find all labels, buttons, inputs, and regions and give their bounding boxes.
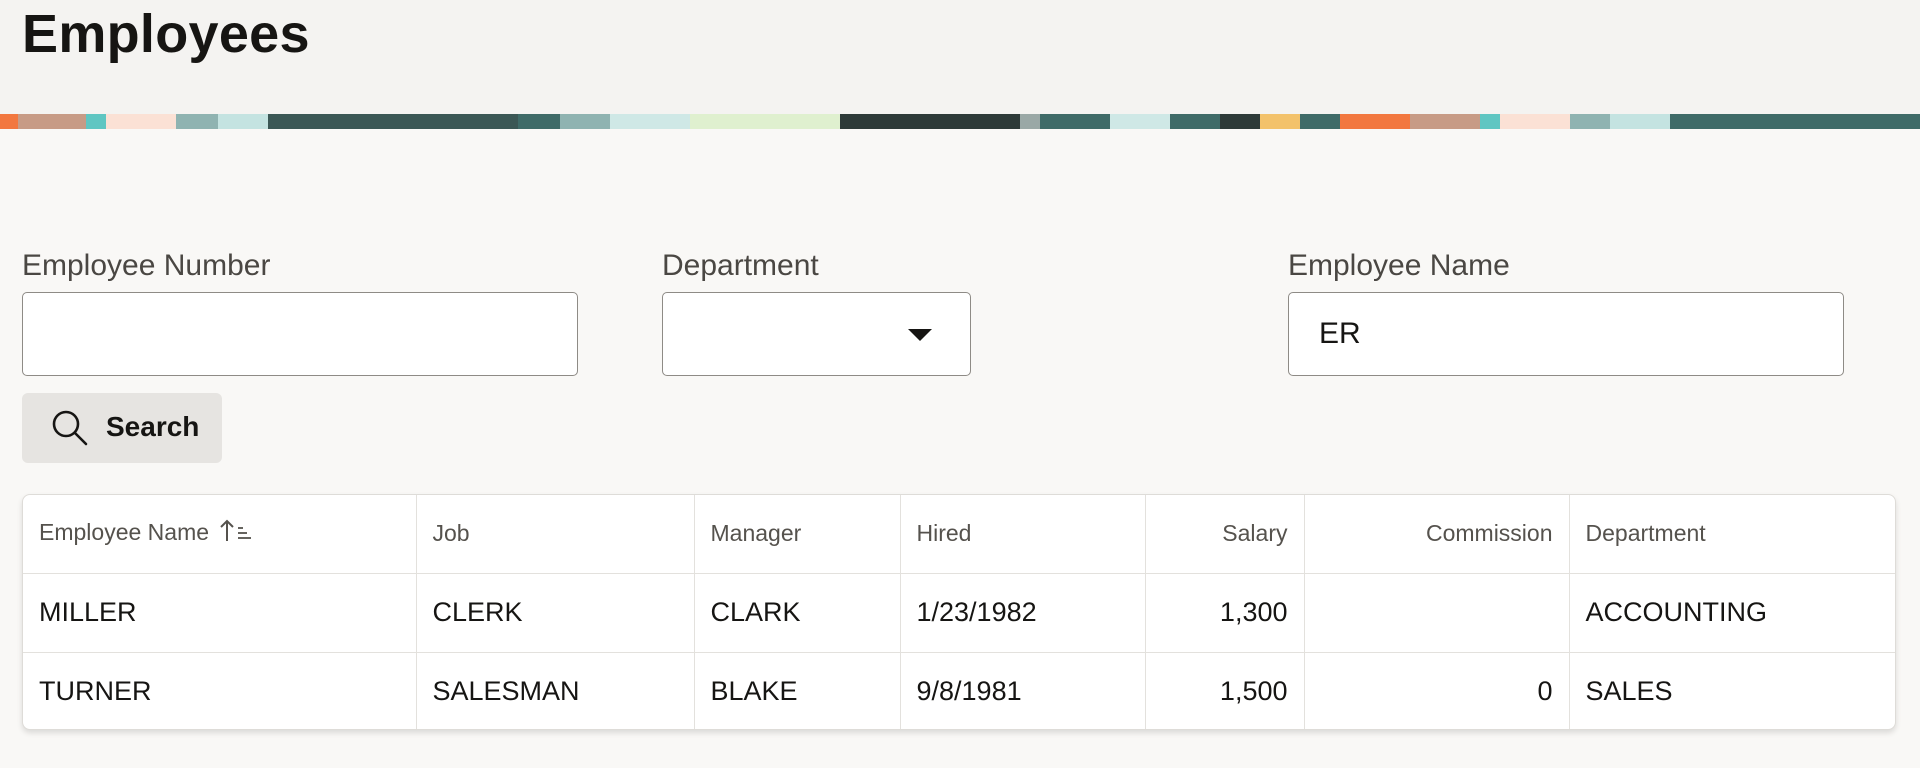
cell-employee-name: MILLER bbox=[23, 573, 417, 653]
page-header: Employees bbox=[0, 0, 1920, 114]
cell-job: SALESMAN bbox=[416, 652, 695, 729]
cell-manager: CLARK bbox=[694, 573, 901, 653]
column-header-commission[interactable]: Commission bbox=[1304, 495, 1570, 574]
employees-report: Employee Name Job Manager Hired Salary C… bbox=[22, 494, 1896, 730]
table-row: MILLER CLERK CLARK 1/23/1982 1,300 ACCOU… bbox=[23, 573, 1895, 653]
table-row: TURNER SALESMAN BLAKE 9/8/1981 1,500 0 S… bbox=[23, 652, 1895, 729]
cell-department: ACCOUNTING bbox=[1569, 573, 1895, 653]
column-header-label: Employee Name bbox=[39, 518, 210, 545]
column-header-employee-name[interactable]: Employee Name bbox=[23, 495, 417, 574]
cell-manager: BLAKE bbox=[694, 652, 901, 729]
caret-down-icon bbox=[908, 329, 932, 341]
column-header-salary[interactable]: Salary bbox=[1145, 495, 1305, 574]
column-header-manager[interactable]: Manager bbox=[694, 495, 901, 574]
cell-commission bbox=[1304, 573, 1570, 653]
column-header-department[interactable]: Department bbox=[1569, 495, 1895, 574]
column-header-hired[interactable]: Hired bbox=[900, 495, 1146, 574]
employee-name-label: Employee Name bbox=[1288, 249, 1510, 282]
sort-ascending-icon bbox=[219, 518, 253, 550]
search-button-label: Search bbox=[106, 411, 200, 442]
department-select[interactable] bbox=[662, 292, 971, 376]
cell-employee-name: TURNER bbox=[23, 652, 417, 729]
column-header-job[interactable]: Job bbox=[416, 495, 695, 574]
cell-hired: 1/23/1982 bbox=[900, 573, 1146, 653]
cell-salary: 1,300 bbox=[1145, 573, 1305, 653]
employee-number-input[interactable] bbox=[22, 292, 578, 376]
cell-salary: 1,500 bbox=[1145, 652, 1305, 729]
department-label: Department bbox=[662, 249, 819, 282]
decorative-banner bbox=[0, 114, 1920, 129]
search-icon bbox=[50, 408, 90, 451]
table-header-row: Employee Name Job Manager Hired Salary C… bbox=[23, 495, 1895, 574]
cell-job: CLERK bbox=[416, 573, 695, 653]
employee-name-input[interactable] bbox=[1288, 292, 1844, 376]
cell-commission: 0 bbox=[1304, 652, 1570, 729]
employee-number-label: Employee Number bbox=[22, 249, 271, 282]
cell-hired: 9/8/1981 bbox=[900, 652, 1146, 729]
page-title: Employees bbox=[22, 4, 310, 64]
search-button[interactable]: Search bbox=[22, 393, 222, 463]
cell-department: SALES bbox=[1585, 676, 1673, 707]
